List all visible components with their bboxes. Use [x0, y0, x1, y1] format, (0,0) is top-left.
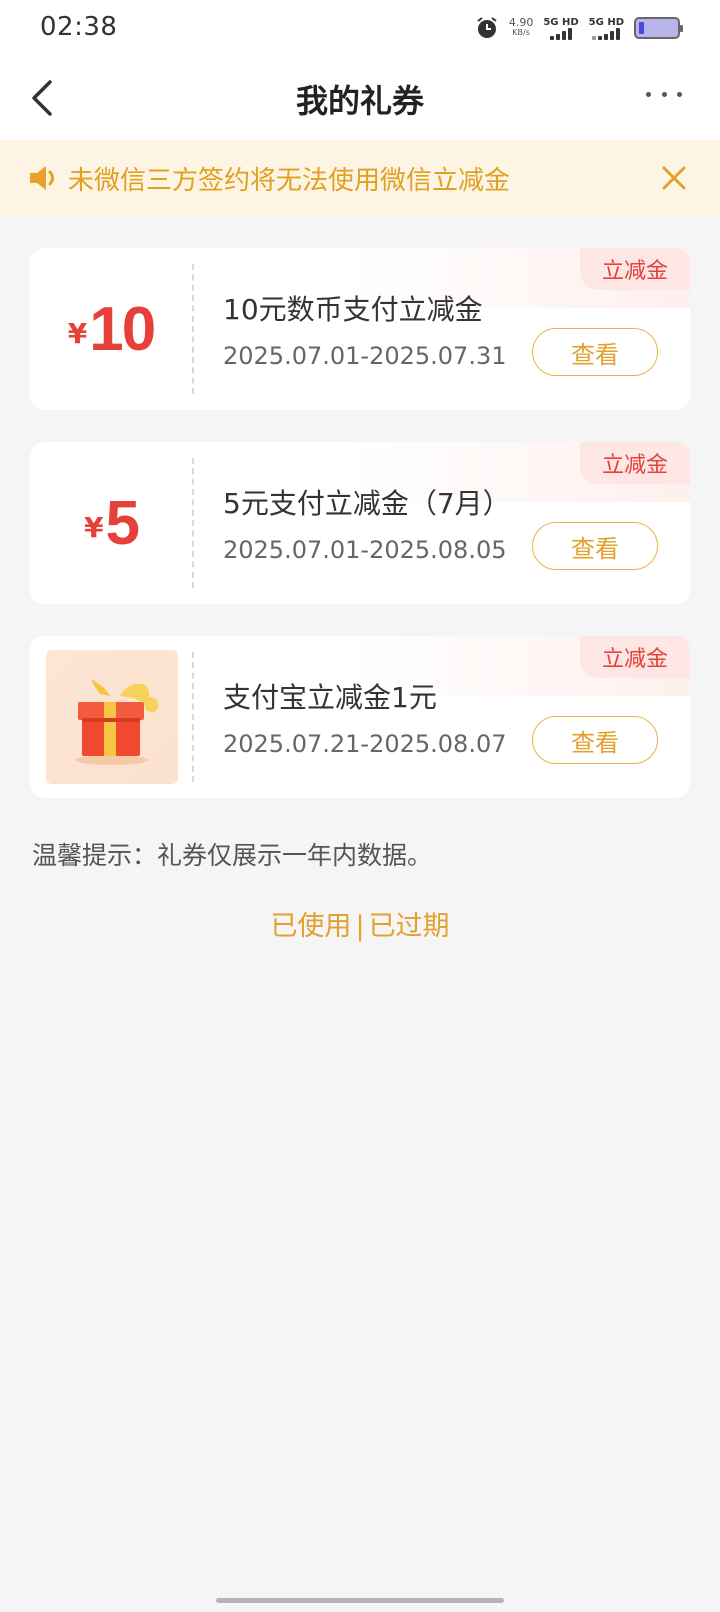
coupon-card[interactable]: ¥ 5 立减金 5元支付立减金（7月） 2025.07.01-2025.08.0…	[30, 442, 690, 604]
home-indicator[interactable]	[216, 1598, 504, 1603]
coupon-name: 10元数币支付立减金	[223, 293, 483, 326]
coupon-name: 支付宝立减金1元	[223, 681, 437, 714]
coupon-name: 5元支付立减金（7月）	[223, 487, 511, 520]
battery-icon	[634, 17, 683, 39]
status-icons: 4.90 KB/s 5G HD 5G HD	[475, 14, 683, 42]
page-title: 我的礼券	[295, 82, 424, 120]
coupon-amount: ¥ 10	[30, 248, 192, 410]
currency-symbol: ¥	[84, 510, 104, 544]
signal-icon	[550, 27, 572, 40]
status-bar: 02:38 4.90 KB/s 5G HD 5G HD	[0, 0, 720, 56]
dashed-divider	[192, 264, 194, 394]
coupon-card[interactable]: ¥ 10 立减金 10元数币支付立减金 2025.07.01-2025.07.3…	[30, 248, 690, 410]
history-links: 已使用 | 已过期	[0, 904, 720, 943]
dashed-divider	[192, 458, 194, 588]
coupon-type-tag: 立减金	[580, 442, 690, 484]
more-dots-icon[interactable]	[646, 92, 682, 102]
amount-value: 5	[105, 488, 141, 558]
alarm-icon	[477, 17, 497, 38]
net-speed: 4.90 KB/s	[508, 16, 534, 38]
coupon-card[interactable]: 立减金 支付宝立减金1元 2025.07.21-2025.08.07 查看	[30, 636, 690, 798]
speaker-icon	[30, 166, 54, 190]
net-speed-unit: KB/s	[512, 28, 530, 37]
expired-link[interactable]: 已过期	[369, 911, 450, 942]
gift-box-icon	[76, 679, 159, 765]
coupon-date-range: 2025.07.21-2025.08.07	[223, 730, 507, 758]
notice-text: 未微信三方签约将无法使用微信立减金	[68, 166, 511, 196]
view-button[interactable]: 查看	[532, 522, 658, 570]
notice-banner: 未微信三方签约将无法使用微信立减金	[0, 140, 720, 216]
sim1-label: 5G HD	[543, 16, 579, 28]
amount-value: 10	[89, 294, 156, 364]
view-button[interactable]: 查看	[532, 716, 658, 764]
signal-icon	[592, 27, 621, 40]
tip-text: 温馨提示：礼券仅展示一年内数据。	[32, 841, 433, 870]
nav-header: 我的礼券	[0, 56, 720, 140]
coupon-type-tag: 立减金	[580, 248, 690, 290]
dashed-divider	[192, 652, 194, 782]
signal-sim2: 5G HD	[589, 17, 624, 40]
coupon-amount: ¥ 5	[30, 442, 192, 604]
link-separator: |	[355, 911, 365, 942]
coupon-date-range: 2025.07.01-2025.07.31	[223, 342, 507, 370]
close-icon[interactable]	[658, 162, 690, 194]
coupon-date-range: 2025.07.01-2025.08.05	[223, 536, 507, 564]
coupon-type-tag: 立减金	[580, 636, 690, 678]
signal-sim1: 5G HD	[543, 16, 579, 40]
coupon-image	[46, 650, 178, 784]
status-time: 02:38	[40, 12, 118, 42]
net-speed-value: 4.90	[508, 16, 534, 29]
currency-symbol: ¥	[67, 316, 88, 350]
used-link[interactable]: 已使用	[270, 911, 351, 942]
view-button[interactable]: 查看	[532, 328, 658, 376]
sim2-label: 5G HD	[588, 16, 624, 28]
